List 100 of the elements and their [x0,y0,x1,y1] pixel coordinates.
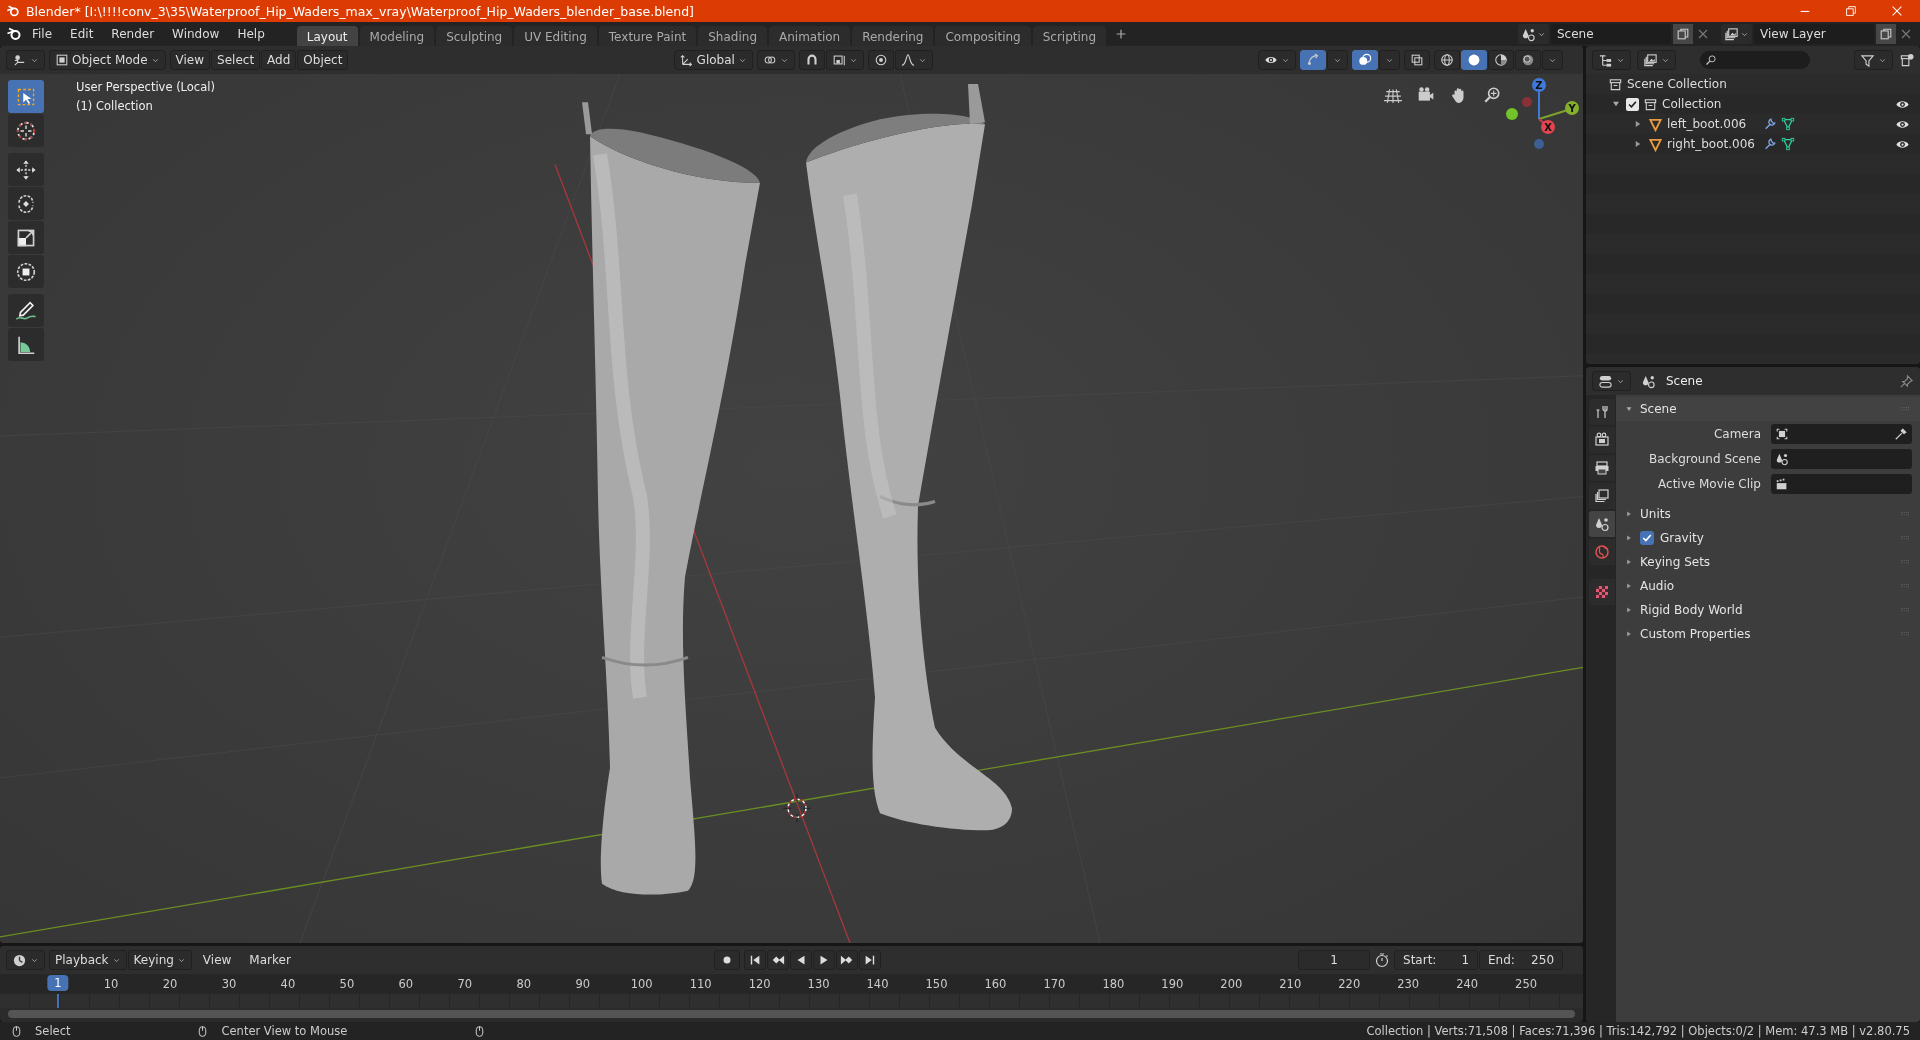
proportional-toggle[interactable] [867,50,894,70]
editor-type-button[interactable] [6,950,45,970]
xray-toggle[interactable] [1404,50,1430,70]
menu-item[interactable]: Edit [62,25,102,43]
menu-item[interactable]: File [24,25,61,43]
workspace-tab[interactable]: Animation [769,26,851,46]
menu-item[interactable]: Select [211,50,261,70]
tool-button[interactable] [8,328,44,361]
filter-button[interactable] [1854,50,1893,70]
checkbox[interactable] [1626,97,1639,111]
snap-toggle[interactable] [798,50,825,70]
search-field[interactable] [1700,51,1810,69]
properties-tab[interactable] [1589,399,1615,425]
eyedropper-icon[interactable] [1894,426,1908,441]
shading-button[interactable] [1488,50,1514,70]
outliner-item[interactable]: left_boot.006 [1667,117,1759,131]
workspace-tab[interactable]: Compositing [935,26,1031,46]
snap-dropdown[interactable] [825,50,864,70]
menu-item[interactable]: Playback [49,950,127,970]
scene-field[interactable]: Scene [1551,24,1671,44]
properties-tab[interactable] [1589,511,1615,537]
shading-button[interactable] [1434,50,1460,70]
view-layer-browse-button[interactable] [1721,24,1752,44]
tool-button[interactable] [8,294,44,327]
start-frame-field[interactable]: Start: 1 [1394,950,1478,970]
outliner-item[interactable]: right_boot.006 [1667,137,1759,151]
workspace-tab[interactable]: Sculpting [436,26,513,46]
gizmo-axis-handle[interactable]: Y [1565,101,1579,115]
menu-item[interactable]: Add [261,50,297,70]
tool-button[interactable] [8,153,44,186]
visibility-dropdown[interactable] [1258,50,1296,70]
tool-button[interactable] [8,255,44,288]
camera-field[interactable] [1771,423,1912,444]
workspace-tab[interactable]: Texture Paint [598,26,697,46]
overlay-toggle[interactable] [1352,50,1378,70]
shading-button[interactable] [1461,50,1487,70]
scrollbar[interactable] [8,1010,1575,1018]
stopwatch-icon[interactable] [1374,952,1390,968]
wrench-icon[interactable] [1763,137,1777,151]
mesh-data-icon[interactable] [1781,137,1795,151]
next-keyframe-button[interactable] [836,950,859,970]
outliner-item[interactable]: Collection [1662,97,1722,111]
workspace-tab[interactable]: Layout [296,26,358,46]
editor-type-button[interactable] [6,50,45,70]
gizmo-axis-handle[interactable] [1522,97,1532,107]
outliner-item[interactable]: Scene Collection [1627,77,1727,91]
checkbox[interactable] [1640,531,1654,545]
gizmo-axis-handle[interactable] [1534,139,1544,149]
copy-scene-button[interactable] [1673,24,1693,44]
tool-button[interactable] [8,114,44,147]
properties-tab[interactable] [1589,579,1615,605]
current-frame-field[interactable]: 1 [1298,950,1370,970]
display-mode-button[interactable] [1637,50,1676,70]
previous-keyframe-button[interactable] [767,950,790,970]
workspace-tab[interactable]: Scripting [1032,26,1107,46]
end-frame-field[interactable]: End: 250 [1479,950,1563,970]
editor-type-button[interactable] [1592,50,1631,70]
menu-item[interactable]: Window [164,25,228,43]
copy-view-layer-button[interactable] [1876,24,1896,44]
view-layer-field[interactable]: View Layer [1754,24,1874,44]
pivot-dropdown[interactable] [756,50,795,70]
menu-item[interactable]: Render [103,25,163,43]
record-button[interactable] [714,950,741,970]
panel-header[interactable]: Scene [1616,397,1920,421]
properties-tab[interactable] [1589,427,1615,453]
menu-item[interactable]: View [169,50,211,70]
mode-dropdown[interactable]: Object Mode [49,50,166,70]
scene-field[interactable] [1771,448,1912,469]
workspace-tab[interactable]: Rendering [852,26,934,46]
gizmo-axis-handle[interactable]: Z [1532,78,1546,92]
falloff-dropdown[interactable] [894,50,933,70]
menu-item[interactable]: Marker [242,950,298,970]
play-reverse-button[interactable] [790,950,813,970]
menu-item[interactable]: Keying [127,950,192,970]
blender-menu-icon[interactable] [6,26,22,42]
wrench-icon[interactable] [1763,117,1777,131]
gizmo-axis-handle[interactable] [1506,108,1518,120]
editor-type-button[interactable] [1592,371,1631,391]
orientation-dropdown[interactable]: Global [673,50,753,70]
jump-end-button[interactable] [859,950,882,970]
workspace-tab[interactable]: Modeling [359,26,435,46]
jump-start-button[interactable] [744,950,767,970]
menu-item[interactable]: Help [229,25,273,43]
menu-item[interactable]: View [195,950,239,970]
gizmo-toggle[interactable] [1300,50,1326,70]
current-frame-marker[interactable]: 1 [47,975,69,991]
menu-item[interactable]: Object [297,50,349,70]
properties-tab[interactable] [1589,483,1615,509]
shading-button[interactable] [1515,50,1541,70]
play-button[interactable] [813,950,836,970]
workspace-tab[interactable]: UV Editing [514,26,597,46]
tool-button[interactable] [8,187,44,220]
clip-field[interactable] [1771,473,1912,494]
tool-button[interactable] [8,221,44,254]
new-collection-icon[interactable] [1899,52,1914,68]
workspace-tab[interactable]: Shading [698,26,767,46]
pin-icon[interactable] [1899,373,1914,389]
gizmo-axis-handle[interactable]: X [1541,120,1555,134]
mesh-data-icon[interactable] [1781,117,1795,131]
properties-tab[interactable] [1589,455,1615,481]
